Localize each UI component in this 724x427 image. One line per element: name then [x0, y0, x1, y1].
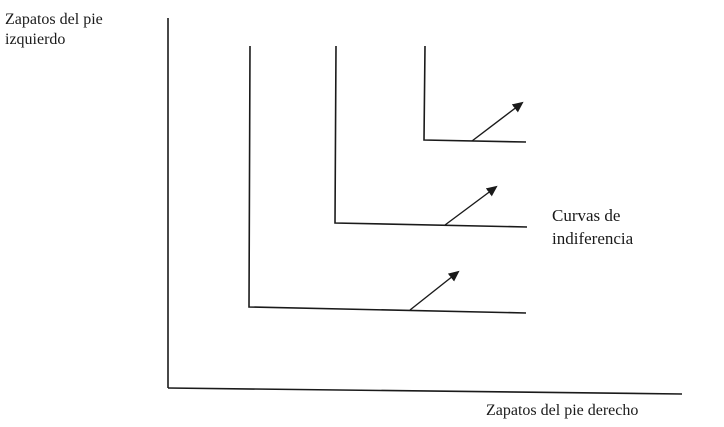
indifference-curve-upper [423, 45, 527, 143]
preference-arrow-upper [471, 101, 524, 142]
x-axis [167, 387, 683, 395]
curves-label-line-2: indiferencia [552, 229, 634, 248]
indifference-curve-lower [248, 45, 527, 314]
y-axis-label-line-2: izquierdo [5, 31, 66, 48]
x-axis-label: Zapatos del pie derecho [486, 402, 639, 419]
curves-label-line-1: Curvas de [552, 206, 621, 225]
indifference-curves-label: Curvas de indiferencia [552, 204, 633, 250]
preference-arrow-middle [444, 185, 498, 226]
indifference-curve-middle [334, 45, 528, 228]
preference-arrow-lower [409, 270, 460, 311]
y-axis-label-line-1: Zapatos del pie [5, 11, 103, 28]
y-axis-label: Zapatos del pie izquierdo [5, 10, 103, 50]
